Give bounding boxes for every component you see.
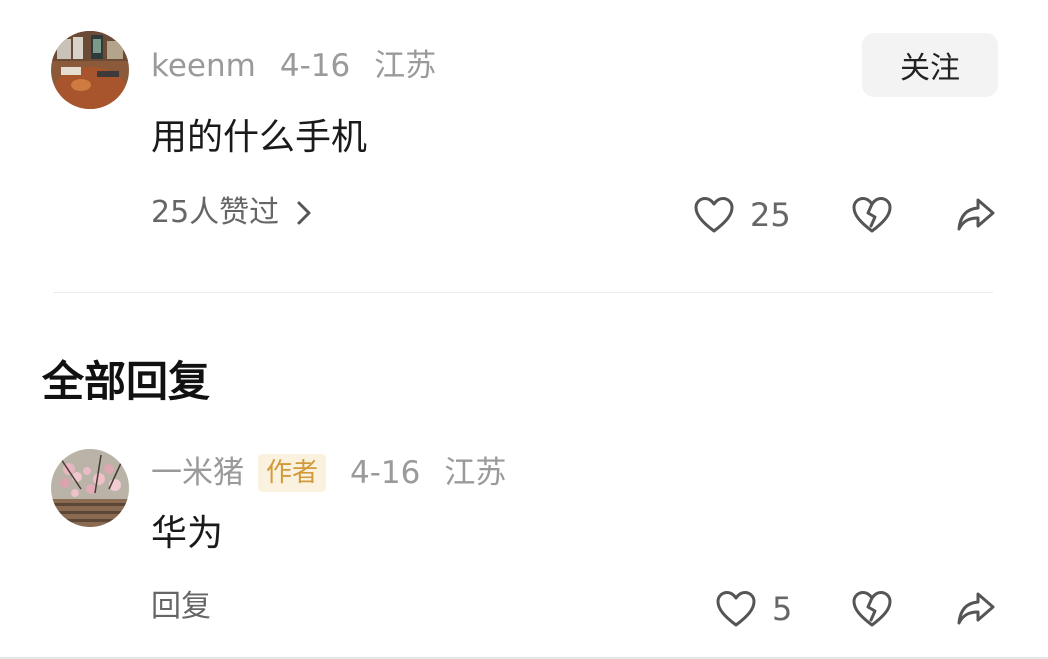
comment-text: 用的什么手机 <box>151 117 368 158</box>
reply-text: 华为 <box>151 513 224 554</box>
comment-location: 江苏 <box>374 48 437 84</box>
comment-share-button[interactable] <box>956 196 996 234</box>
section-title: 全部回复 <box>42 357 211 406</box>
commenter-username[interactable]: keenm <box>151 51 256 82</box>
reply-meta: 一米猪 作者 4-16 江苏 <box>151 454 506 492</box>
heart-icon <box>694 196 734 234</box>
reply-location: 江苏 <box>444 454 507 491</box>
reply-like-count: 5 <box>772 590 793 628</box>
liked-by-link[interactable]: 25人赞过 <box>151 198 313 228</box>
comment-like-count: 25 <box>750 196 791 234</box>
share-icon <box>956 590 996 628</box>
reply-username[interactable]: 一米猪 <box>151 457 244 489</box>
commenter-avatar[interactable] <box>51 31 129 109</box>
reply-dislike-button[interactable] <box>852 590 892 628</box>
reply-share-button[interactable] <box>956 590 996 628</box>
broken-heart-icon <box>852 196 892 234</box>
reply-author-avatar[interactable] <box>51 449 129 527</box>
reply-button[interactable]: 回复 <box>151 592 211 622</box>
reply-date: 4-16 <box>350 454 421 491</box>
share-icon <box>956 196 996 234</box>
comment-dislike-button[interactable] <box>852 196 892 234</box>
reply-like-button[interactable]: 5 <box>716 590 792 628</box>
follow-button[interactable]: 关注 <box>862 33 998 97</box>
heart-icon <box>716 590 756 628</box>
liked-by-text: 25人赞过 <box>151 195 280 230</box>
divider <box>53 292 993 293</box>
comment-like-button[interactable]: 25 <box>694 196 791 234</box>
comment-meta: keenm 4-16 江苏 <box>151 51 436 82</box>
author-badge: 作者 <box>258 454 327 492</box>
broken-heart-icon <box>852 590 892 628</box>
chevron-right-icon <box>295 200 313 226</box>
comment-date: 4-16 <box>279 48 351 84</box>
